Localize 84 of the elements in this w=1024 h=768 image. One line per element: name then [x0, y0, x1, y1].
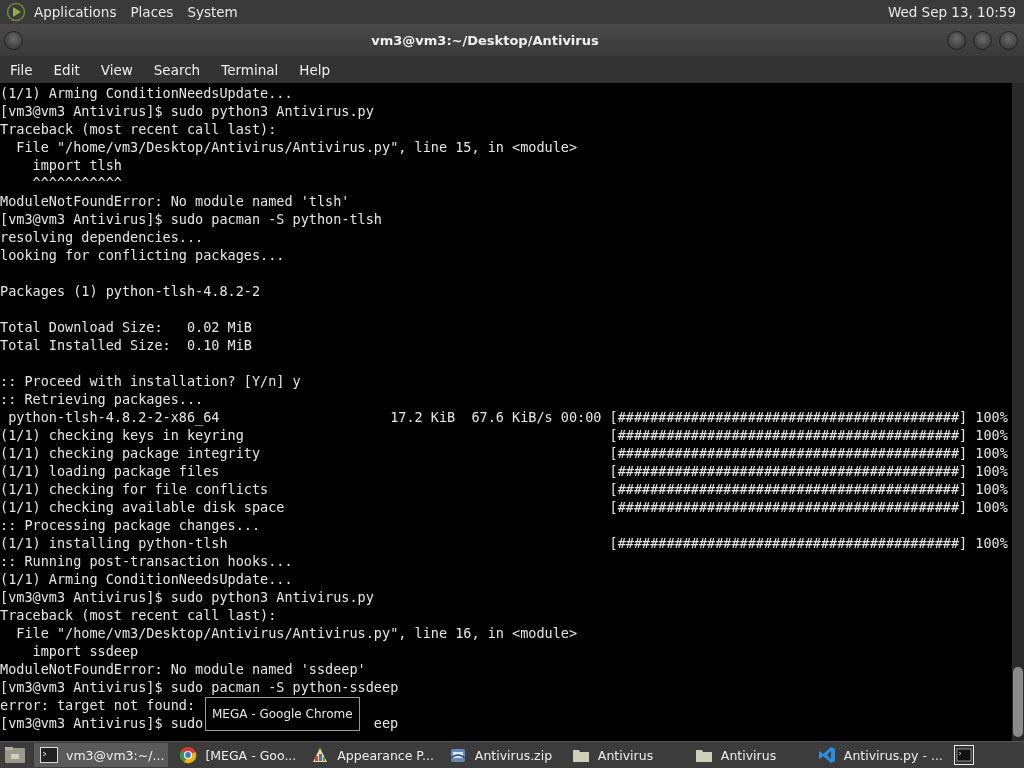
- play-logo-icon[interactable]: [6, 2, 26, 22]
- terminal-line: (1/1) Arming ConditionNeedsUpdate...: [0, 85, 293, 101]
- terminal-line: Traceback (most recent call last):: [0, 121, 277, 137]
- code-editor-icon: [817, 746, 836, 764]
- terminal-line: :: Running post-transaction hooks...: [0, 553, 293, 569]
- folder-icon: [694, 747, 713, 763]
- terminal-line: Packages (1) python-tlsh-4.8.2-2: [0, 283, 261, 299]
- folder-icon: [571, 747, 590, 763]
- panel-menu[interactable]: System: [187, 4, 238, 20]
- terminal-line: ModuleNotFoundError: No module named 'ssdeep': [0, 661, 366, 677]
- menu-item[interactable]: Terminal: [221, 61, 279, 78]
- palette-icon: [311, 746, 330, 764]
- close-button[interactable]: [999, 30, 1018, 50]
- tooltip: MEGA - Google Chrome: [205, 697, 360, 731]
- terminal-line: [vm3@vm3 Antivirus]$ sudo python3 Antivirus.py: [0, 589, 374, 605]
- scrollbar-thumb[interactable]: [1013, 667, 1023, 737]
- terminal-line: :: Retrieving packages...: [0, 391, 204, 407]
- terminal-line: [vm3@vm3 Antivirus]$ sudo pacman -S python-tlsh: [0, 211, 382, 227]
- window-title: vm3@vm3:~/Desktop/Antivirus: [370, 32, 600, 48]
- menu-item[interactable]: View: [100, 61, 133, 78]
- terminal-line: (1/1) checking keys in keyring: [0, 427, 244, 443]
- terminal-line: File "/home/vm3/Desktop/Antivirus/Antivirus.py", line 16, in <module>: [15, 625, 578, 641]
- terminal-icon[interactable]: [953, 745, 974, 765]
- taskbar-item[interactable]: vm3@vm3:~/...: [34, 743, 169, 767]
- taskbar-item[interactable]: [MEGA - Goo...: [173, 743, 301, 767]
- menu-item[interactable]: Help: [299, 61, 331, 78]
- progress-text: [##########################################]: [609, 498, 968, 516]
- terminal-line: Total Installed Size: 0.10 MiB: [0, 337, 252, 353]
- scrollbar[interactable]: [1012, 83, 1024, 741]
- terminal-icon: [40, 747, 58, 763]
- progress-text: [##########################################]: [609, 534, 968, 552]
- terminal-line: python-tlsh-4.8.2-2-x86_64: [7, 409, 220, 425]
- terminal-line: resolving dependencies...: [0, 229, 204, 245]
- menu-item[interactable]: File: [10, 61, 33, 78]
- show-desktop-icon[interactable]: [4, 746, 26, 764]
- progress-text: [##########################################]: [609, 444, 968, 462]
- progress-percent: 100%: [975, 462, 1008, 480]
- progress-text: [##########################################]: [609, 462, 968, 480]
- taskbar-item[interactable]: Appearance P...: [305, 743, 438, 767]
- terminal-line: ^^^^^^^^^^^: [31, 175, 122, 191]
- terminal-line: Traceback (most recent call last):: [0, 607, 277, 623]
- minimize-button[interactable]: [947, 30, 966, 50]
- transfer-stats: 17.2 KiB 67.6 KiB/s 00:00: [390, 408, 602, 426]
- terminal-text: eep: [373, 714, 399, 732]
- menu-item[interactable]: Search: [153, 61, 201, 78]
- terminal-line: [vm3@vm3 Antivirus]$ sudo: [0, 715, 204, 731]
- terminal-line: (1/1) checking available disk space: [0, 499, 285, 515]
- terminal-line: [vm3@vm3 Antivirus]$ sudo python3 Antivirus.py: [0, 103, 374, 119]
- progress-percent: 100%: [975, 498, 1008, 516]
- progress-percent: 100%: [975, 426, 1008, 444]
- terminal-line: [vm3@vm3 Antivirus]$ sudo pacman -S python-ssdeep: [0, 679, 399, 695]
- progress-percent: 100%: [975, 480, 1008, 498]
- progress-text: [##########################################]: [609, 480, 968, 498]
- panel-menu[interactable]: Applications: [34, 4, 117, 20]
- terminal-line: :: Processing package changes...: [0, 517, 261, 533]
- progress-percent: 100%: [975, 444, 1008, 462]
- menu-item[interactable]: Edit: [53, 61, 80, 78]
- terminal-line: File "/home/vm3/Desktop/Antivirus/Antivirus.py", line 15, in <module>: [15, 139, 578, 155]
- terminal-line: looking for conflicting packages...: [0, 247, 285, 263]
- panel-menu[interactable]: Places: [130, 4, 174, 20]
- window-menu-button[interactable]: [4, 30, 23, 50]
- terminal-line: error: target not found:: [0, 697, 196, 713]
- progress-percent: 100%: [975, 534, 1008, 552]
- taskbar-item[interactable]: Antivirus: [565, 743, 684, 767]
- terminal-line: (1/1) checking for file conflicts: [0, 481, 269, 497]
- progress-percent: 100%: [975, 408, 1008, 426]
- terminal-line: (1/1) Arming ConditionNeedsUpdate...: [0, 571, 293, 587]
- maximize-button[interactable]: [973, 30, 992, 50]
- progress-text: [##########################################]: [609, 408, 968, 426]
- progress-text: [##########################################]: [609, 426, 968, 444]
- terminal-line: Total Download Size: 0.02 MiB: [0, 319, 252, 335]
- terminal-line: ModuleNotFoundError: No module named 'tlsh': [0, 193, 350, 209]
- browser-icon: [179, 746, 198, 764]
- taskbar-item[interactable]: Antivirus.zip: [442, 743, 561, 767]
- terminal-line: import ssdeep: [31, 643, 139, 659]
- terminal-line: :: Proceed with installation? [Y/n] y: [0, 373, 301, 389]
- clock[interactable]: Wed Sep 13, 10:59: [887, 4, 1016, 20]
- taskbar-item[interactable]: Antivirus.py - ...: [811, 743, 947, 767]
- terminal-line: import tlsh: [31, 157, 122, 173]
- terminal-line: (1/1) loading package files: [0, 463, 220, 479]
- terminal-line: (1/1) installing python-tlsh: [0, 535, 228, 551]
- archive-icon: [448, 746, 467, 764]
- terminal-line: (1/1) checking package integrity: [0, 445, 261, 461]
- taskbar-item[interactable]: Antivirus: [688, 743, 807, 767]
